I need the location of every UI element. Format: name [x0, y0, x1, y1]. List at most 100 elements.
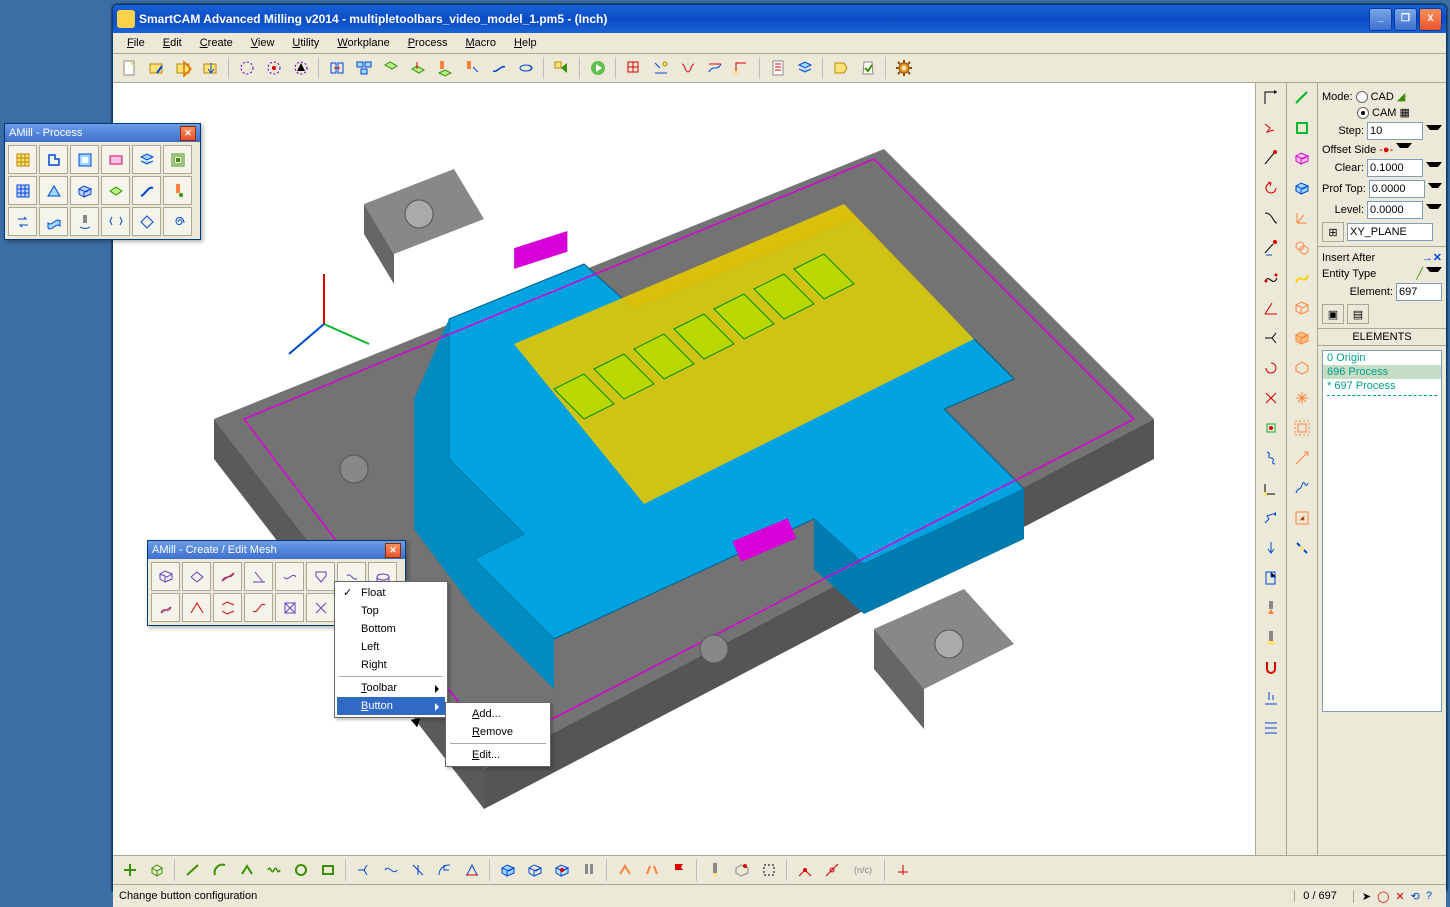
- rt2-circles-icon[interactable]: [1288, 234, 1316, 262]
- rt-lines-icon[interactable]: [1257, 714, 1285, 742]
- rt2-shade-icon[interactable]: [1288, 324, 1316, 352]
- new-file-icon[interactable]: [117, 55, 143, 81]
- rt-zigpath-icon[interactable]: [1257, 504, 1285, 532]
- bt-circle-icon[interactable]: [288, 857, 314, 883]
- snap-corner-icon[interactable]: [729, 55, 755, 81]
- grid-move-icon[interactable]: [621, 55, 647, 81]
- tool-icon[interactable]: [432, 55, 458, 81]
- bt-box3d-3-icon[interactable]: [549, 857, 575, 883]
- menu-macro[interactable]: Macro: [457, 35, 504, 51]
- menu-edit[interactable]: Edit: [155, 35, 190, 51]
- bt-arc-icon[interactable]: [207, 857, 233, 883]
- fp-pocket-icon[interactable]: [70, 145, 99, 174]
- rt2-curve-icon[interactable]: [1288, 264, 1316, 292]
- rt-curve-down-icon[interactable]: [1257, 204, 1285, 232]
- ctx-left[interactable]: Left: [337, 638, 445, 656]
- cam-radio[interactable]: [1357, 107, 1369, 119]
- fm-meshE-icon[interactable]: [306, 593, 335, 622]
- rt2-cross-icon[interactable]: [1288, 384, 1316, 412]
- list-item-origin[interactable]: 0 Origin: [1323, 351, 1441, 365]
- clear-input[interactable]: [1367, 159, 1423, 177]
- rt-axis-origin-icon[interactable]: [1257, 474, 1285, 502]
- fp-grid2-icon[interactable]: [8, 176, 37, 205]
- bt-chev3-icon[interactable]: [639, 857, 665, 883]
- order-icon[interactable]: [828, 55, 854, 81]
- explorer-icon[interactable]: [171, 55, 197, 81]
- fp-contour-icon[interactable]: [163, 145, 192, 174]
- rt-pick-line-icon[interactable]: [1257, 234, 1285, 262]
- status-undo-icon[interactable]: ⟲: [1411, 890, 1420, 903]
- bt-box3d-icon[interactable]: [495, 857, 521, 883]
- rt-zigzag-icon[interactable]: [1257, 114, 1285, 142]
- plane-input[interactable]: [1347, 223, 1433, 241]
- ctx-bottom[interactable]: Bottom: [337, 620, 445, 638]
- float-process-close[interactable]: ✕: [180, 126, 196, 141]
- ctx-edit[interactable]: Edit...: [448, 746, 548, 764]
- ctx-button[interactable]: Button: [337, 697, 445, 715]
- layers-icon[interactable]: [792, 55, 818, 81]
- fp-block-icon[interactable]: [70, 176, 99, 205]
- offset-dropdown[interactable]: [1396, 143, 1412, 156]
- check-icon[interactable]: [855, 55, 881, 81]
- fp-diamond-icon[interactable]: [132, 207, 161, 236]
- menu-workplane[interactable]: Workplane: [329, 35, 397, 51]
- report-icon[interactable]: [765, 55, 791, 81]
- rt2-iso-icon[interactable]: [1288, 354, 1316, 382]
- fp-arrows-icon[interactable]: [101, 207, 130, 236]
- rt-angle-icon[interactable]: [1257, 294, 1285, 322]
- rt-helix-icon[interactable]: [1257, 444, 1285, 472]
- menu-help[interactable]: Help: [506, 35, 545, 51]
- rt-spline-icon[interactable]: [1257, 264, 1285, 292]
- menu-view[interactable]: View: [243, 35, 283, 51]
- bt-cube-icon[interactable]: [144, 857, 170, 883]
- save-icon[interactable]: [198, 55, 224, 81]
- list-item-696[interactable]: 696 Process: [1323, 365, 1441, 379]
- bt-line-icon[interactable]: [180, 857, 206, 883]
- fp-planar-icon[interactable]: [101, 176, 130, 205]
- maximize-button[interactable]: ❐: [1394, 8, 1417, 31]
- menu-process[interactable]: Process: [400, 35, 456, 51]
- rt2-scale-icon[interactable]: [1288, 414, 1316, 442]
- fp-profile-icon[interactable]: [39, 145, 68, 174]
- convert-icon[interactable]: [549, 55, 575, 81]
- bt-rect-icon[interactable]: [315, 857, 341, 883]
- bt-split-icon[interactable]: [405, 857, 431, 883]
- ctx-top[interactable]: Top: [337, 602, 445, 620]
- fm-meshB-icon[interactable]: [213, 593, 242, 622]
- fp-mill-icon[interactable]: [163, 176, 192, 205]
- bt-axes-icon[interactable]: [890, 857, 916, 883]
- ctx-add[interactable]: Add...: [448, 705, 548, 723]
- elements-list[interactable]: 0 Origin 696 Process * 697 Process: [1322, 350, 1442, 712]
- bt-chev2-icon[interactable]: [612, 857, 638, 883]
- fp-spiral-icon[interactable]: [163, 207, 192, 236]
- paths-icon[interactable]: [675, 55, 701, 81]
- select-dot-icon[interactable]: [261, 55, 287, 81]
- rt-trim-icon[interactable]: [1257, 324, 1285, 352]
- fp-grid-icon[interactable]: [8, 145, 37, 174]
- close-button[interactable]: X: [1419, 8, 1442, 31]
- fp-face-icon[interactable]: [101, 145, 130, 174]
- open-icon[interactable]: [144, 55, 170, 81]
- entity-dropdown[interactable]: [1426, 267, 1442, 280]
- rt-axis-icon[interactable]: [1257, 84, 1285, 112]
- status-circle-icon[interactable]: ◯: [1377, 890, 1389, 903]
- rt2-tools-icon[interactable]: [1288, 534, 1316, 562]
- bt-redflag-icon[interactable]: [666, 857, 692, 883]
- fm-meshC-icon[interactable]: [244, 593, 273, 622]
- status-cursor-icon[interactable]: ➤: [1362, 890, 1371, 903]
- rt-pick-icon[interactable]: [1257, 144, 1285, 172]
- proftop-input[interactable]: [1369, 180, 1425, 198]
- play-green-icon[interactable]: [585, 55, 611, 81]
- fp-mill2-icon[interactable]: [70, 207, 99, 236]
- fp-wedge-icon[interactable]: [39, 176, 68, 205]
- bt-trimext-icon[interactable]: [459, 857, 485, 883]
- merge-icon[interactable]: [324, 55, 350, 81]
- rt-tool-bar-icon[interactable]: [1257, 624, 1285, 652]
- fm-mesh1-icon[interactable]: [151, 562, 180, 591]
- rt2-arrow-box-icon[interactable]: [1288, 504, 1316, 532]
- list-item-697[interactable]: * 697 Process: [1323, 379, 1441, 393]
- elem-btn-1[interactable]: ▣: [1322, 304, 1344, 324]
- fm-mesh4-icon[interactable]: [244, 562, 273, 591]
- bt-box3d-2-icon[interactable]: [522, 857, 548, 883]
- clear-dropdown[interactable]: [1426, 162, 1442, 175]
